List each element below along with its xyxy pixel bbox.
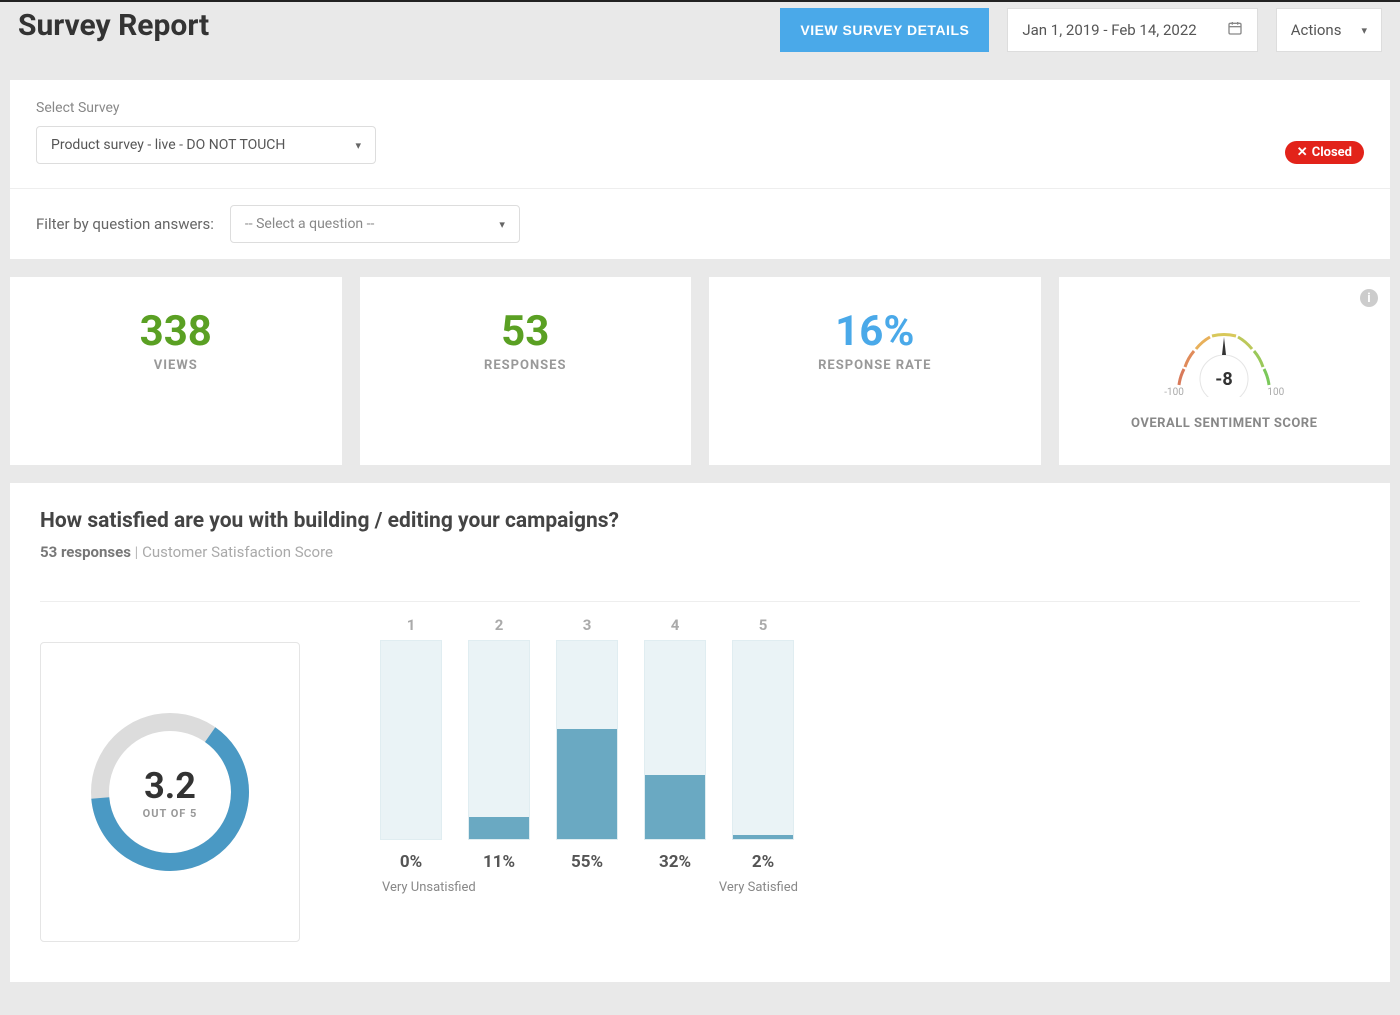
bar-fill — [733, 835, 793, 839]
bar-category: 2 — [495, 616, 504, 634]
bar-fill — [557, 729, 617, 839]
separator: | — [135, 543, 142, 561]
responses-value: 53 — [370, 307, 682, 356]
sentiment-max: 100 — [1267, 387, 1284, 398]
chevron-down-icon: ▾ — [499, 218, 505, 231]
sentiment-min: -100 — [1164, 387, 1184, 398]
metric-sentiment: i -8 — [1059, 277, 1391, 465]
chevron-down-icon: ▾ — [1361, 24, 1367, 37]
bar-value: 55% — [571, 852, 603, 872]
bar-category: 4 — [671, 616, 680, 634]
bar-value: 2% — [752, 852, 774, 872]
metric-responses: 53 RESPONSES — [360, 277, 692, 465]
select-survey-value: Product survey - live - DO NOT TOUCH — [51, 137, 285, 153]
metric-views: 338 VIEWS — [10, 277, 342, 465]
bar-track — [644, 640, 706, 840]
bar-col: 5 2% — [732, 616, 794, 872]
bar-value: 32% — [659, 852, 691, 872]
question-title: How satisfied are you with building / ed… — [40, 509, 1360, 533]
score-value: 3.2 — [144, 765, 196, 807]
bar-col: 1 0% — [380, 616, 442, 872]
filter-question-dropdown[interactable]: -- Select a question -- ▾ — [230, 205, 520, 243]
bar-category: 1 — [407, 616, 416, 634]
sentiment-gauge: -8 — [1164, 307, 1284, 397]
bar-col: 2 11% — [468, 616, 530, 872]
bar-track — [468, 640, 530, 840]
bar-category: 5 — [759, 616, 768, 634]
chevron-down-icon: ▾ — [355, 139, 361, 152]
bar-col: 3 55% — [556, 616, 618, 872]
bar-category: 3 — [583, 616, 592, 634]
rate-label: RESPONSE RATE — [719, 358, 1031, 373]
select-survey-dropdown[interactable]: Product survey - live - DO NOT TOUCH ▾ — [36, 126, 376, 164]
bar-value: 11% — [483, 852, 515, 872]
satisfaction-bar-chart: 10%211%355%432%52% Very Unsatisfied Very… — [380, 642, 820, 942]
view-survey-details-button[interactable]: VIEW SURVEY DETAILS — [780, 8, 989, 52]
responses-label: RESPONSES — [370, 358, 682, 373]
bar-value: 0% — [400, 852, 422, 872]
score-outof: OUT OF 5 — [143, 807, 198, 820]
score-card: 3.2 OUT OF 5 — [40, 642, 300, 942]
views-label: VIEWS — [20, 358, 332, 373]
filter-placeholder: -- Select a question -- — [245, 216, 374, 232]
bar-track — [556, 640, 618, 840]
date-range-picker[interactable]: Jan 1, 2019 - Feb 14, 2022 — [1007, 8, 1257, 52]
axis-left-label: Very Unsatisfied — [382, 880, 476, 895]
bar-fill — [645, 775, 705, 839]
actions-dropdown[interactable]: Actions ▾ — [1276, 8, 1382, 52]
filter-label: Filter by question answers: — [36, 215, 214, 233]
date-range-text: Jan 1, 2019 - Feb 14, 2022 — [1022, 21, 1196, 39]
status-text: Closed — [1312, 145, 1352, 160]
rate-value: 16% — [719, 307, 1031, 356]
views-value: 338 — [20, 307, 332, 356]
bar-track — [732, 640, 794, 840]
axis-right-label: Very Satisfied — [719, 880, 798, 895]
question-type: Customer Satisfaction Score — [142, 543, 333, 561]
sentiment-label: OVERALL SENTIMENT SCORE — [1131, 416, 1317, 431]
metric-response-rate: 16% RESPONSE RATE — [709, 277, 1041, 465]
status-badge: ✕ Closed — [1285, 141, 1364, 164]
question-responses: 53 responses — [40, 543, 131, 561]
bar-col: 4 32% — [644, 616, 706, 872]
bar-track — [380, 640, 442, 840]
info-icon[interactable]: i — [1360, 289, 1378, 307]
actions-label: Actions — [1291, 21, 1342, 39]
close-icon: ✕ — [1297, 145, 1308, 160]
calendar-icon — [1227, 20, 1243, 40]
bar-fill — [469, 817, 529, 839]
select-survey-label: Select Survey — [36, 100, 376, 116]
page-title: Survey Report — [18, 8, 762, 43]
